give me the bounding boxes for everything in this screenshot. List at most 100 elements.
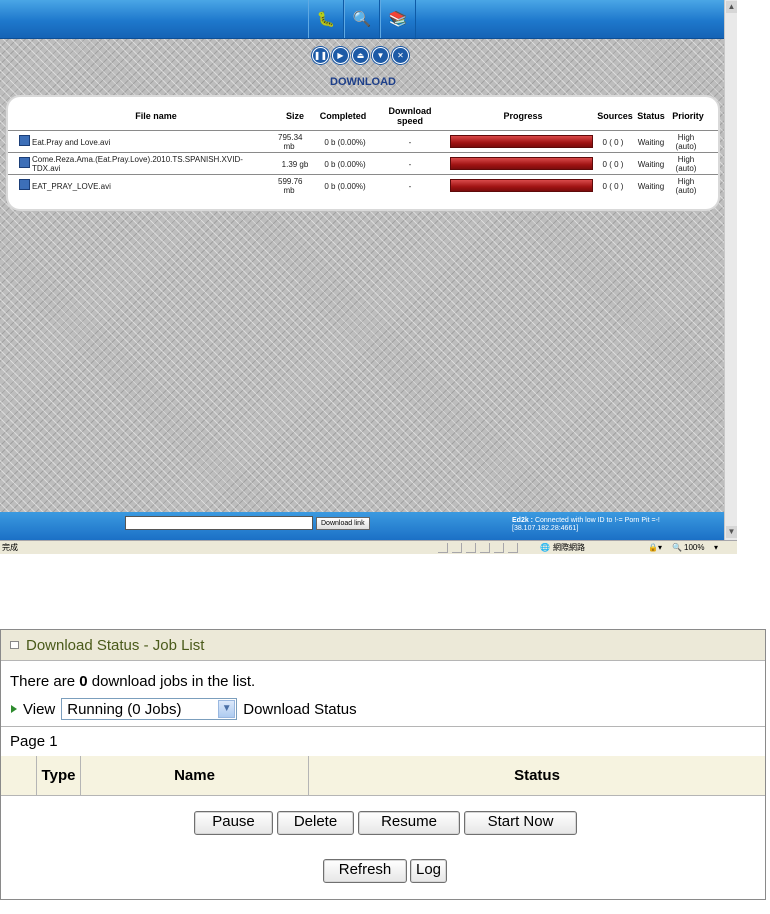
view-filter-select[interactable]: Running (0 Jobs) ▼ [61,698,238,720]
chevron-down-icon[interactable]: ▼ [218,700,236,718]
view-filter-value: Running (0 Jobs) [67,700,182,718]
zoom-dropdown-icon[interactable]: ▾ [714,541,718,554]
browser-status-bar: 完成 🌐 網際網路 🔒▾ 🔍 100% ▾ [0,540,737,554]
info-prefix: There are [10,673,76,690]
file-size: 599.76 mb [278,177,303,195]
col-header-status[interactable]: Status [635,111,667,121]
download-list-panel: File name Size Completed Download speed … [8,97,718,209]
log-button[interactable]: Log [410,859,447,883]
progress-bar [450,157,593,170]
job-count-text: There are 0 download jobs in the list. [10,673,255,690]
view-label: View [23,700,56,718]
ed2k-connection-status: Ed2k : Connected with low ID to !-= Porn… [512,517,722,533]
col-header-name[interactable]: Name [81,756,309,795]
panel-title: Download Status - Job List [26,637,205,654]
delete-button[interactable]: Delete [277,811,354,835]
vertical-scrollbar[interactable]: ▲ ▼ [724,0,737,540]
scroll-up-icon[interactable]: ▲ [726,1,737,13]
page-title: DOWNLOAD [330,76,396,88]
pagination-row: Page 1 [1,726,765,757]
page-indicator: Page 1 [10,733,58,750]
zoom-level[interactable]: 100% [684,541,704,554]
view-suffix: Download Status [243,700,357,718]
file-speed: - [408,160,412,169]
resume-icon[interactable]: ▶ [332,47,349,64]
file-name[interactable]: EAT_PRAY_LOVE.avi [32,182,277,191]
statusbar-pane [480,543,490,553]
pause-icon[interactable]: ❚❚ [312,47,329,64]
file-row[interactable]: Eat.Pray and Love.avi 795.34 mb 0 b (0.0… [8,130,718,153]
statusbar-pane [438,543,448,553]
shared-files-nav-button[interactable]: 📚 [380,0,416,38]
file-name[interactable]: Come.Reza.Ama.(Eat.Pray.Love).2010.TS.SP… [32,155,264,173]
ed2k-status-text: Connected with low ID to !-= Porn Pit =-… [512,517,660,532]
view-filter-row: View Running (0 Jobs) ▼ Download Status [11,697,357,721]
resume-button[interactable]: Resume [358,811,460,835]
amule-web-screenshot: 🐛 🔍 📚 ▲ ▼ ❚❚ ▶ ⏏ ▼ ✕ DOWNLOAD File name … [0,0,737,554]
file-size: 795.34 mb [278,133,303,151]
globe-icon: 🌐 [540,543,550,552]
file-completed: 0 b (0.00%) [324,138,366,147]
file-checkbox[interactable] [19,179,30,190]
file-status: Waiting [637,138,665,147]
file-row[interactable]: Come.Reza.Ama.(Eat.Pray.Love).2010.TS.SP… [8,152,718,175]
arrow-right-icon [11,705,17,713]
file-row[interactable]: EAT_PRAY_LOVE.avi 599.76 mb 0 b (0.00%) … [8,174,718,197]
col-header-priority[interactable]: Priority [667,111,709,121]
col-header-type[interactable]: Type [37,756,81,795]
progress-bar [450,179,593,192]
ed2k-link-input[interactable] [125,516,313,530]
job-list-panel: Download Status - Job List There are 0 d… [0,629,766,900]
internet-zone-text: 網際網路 [553,543,585,552]
download-link-button[interactable]: Download link [316,517,370,530]
downloads-nav-button[interactable]: 🐛 [308,0,344,38]
priority-down-icon[interactable]: ▼ [372,47,389,64]
pause-button[interactable]: Pause [194,811,273,835]
stop-icon[interactable]: ⏏ [352,47,369,64]
scroll-down-icon[interactable]: ▼ [726,526,737,538]
top-navigation-bar: 🐛 🔍 📚 [0,0,724,39]
info-suffix: download jobs in the list. [91,673,256,690]
statusbar-pane [466,543,476,553]
download-icon: 🐛 [316,11,336,28]
file-sources: 0 ( 0 ) [602,182,624,191]
file-completed: 0 b (0.00%) [324,160,366,169]
file-sources: 0 ( 0 ) [602,160,624,169]
file-status: Waiting [637,182,665,191]
statusbar-pane [494,543,504,553]
job-table-header: Type Name Status [1,756,765,796]
file-priority: High (auto) [675,133,697,151]
col-header-completed[interactable]: Completed [313,111,373,121]
link-bar: Download link Ed2k : Connected with low … [0,512,724,540]
statusbar-pane [508,543,518,553]
search-nav-button[interactable]: 🔍 [344,0,380,38]
file-name[interactable]: Eat.Pray and Love.avi [32,138,277,147]
file-checkbox[interactable] [19,157,30,168]
col-header-download-speed[interactable]: Download speed [378,106,442,126]
panel-icon [10,641,19,649]
select-column-header [1,756,37,795]
file-priority: High (auto) [675,155,697,173]
transfer-controls: ❚❚ ▶ ⏏ ▼ ✕ [312,47,409,64]
col-header-progress[interactable]: Progress [478,111,568,121]
start-now-button[interactable]: Start Now [464,811,577,835]
file-priority: High (auto) [675,177,697,195]
file-size: 1.39 gb [281,160,309,169]
files-icon: 📚 [388,11,408,28]
col-header-size[interactable]: Size [278,111,312,121]
col-header-sources[interactable]: Sources [593,111,637,121]
zoom-icon[interactable]: 🔍 [672,541,682,554]
statusbar-pane [452,543,462,553]
file-speed: - [408,138,412,147]
file-status: Waiting [637,160,665,169]
search-icon: 🔍 [352,11,372,28]
security-icon[interactable]: 🔒▾ [648,541,662,554]
cancel-icon[interactable]: ✕ [392,47,409,64]
file-completed: 0 b (0.00%) [324,182,366,191]
file-checkbox[interactable] [19,135,30,146]
col-header-file-name[interactable]: File name [106,111,206,121]
file-sources: 0 ( 0 ) [602,138,624,147]
refresh-button[interactable]: Refresh [323,859,407,883]
col-header-status[interactable]: Status [309,756,765,795]
job-list-header: Download Status - Job List [1,630,765,661]
